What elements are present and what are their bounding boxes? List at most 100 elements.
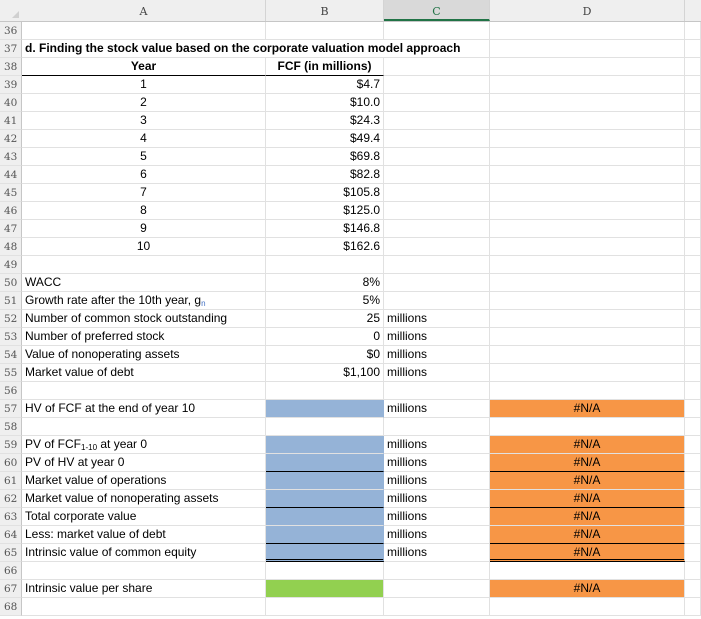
cell-empty[interactable] [490, 256, 685, 274]
cell-empty[interactable] [384, 112, 490, 130]
cell-empty[interactable] [490, 148, 685, 166]
calc-input-cell[interactable] [266, 526, 384, 544]
input-value-cell[interactable]: 25 [266, 310, 384, 328]
cell-empty[interactable] [490, 418, 685, 436]
row-header[interactable]: 60 [0, 454, 22, 472]
input-label[interactable]: Value of nonoperating assets [22, 346, 266, 364]
cell-empty[interactable] [266, 418, 384, 436]
cell-empty[interactable] [490, 292, 685, 310]
cell-empty[interactable] [685, 418, 701, 436]
cell-empty[interactable] [384, 238, 490, 256]
column-header-c[interactable]: C [384, 0, 490, 21]
row-header[interactable]: 43 [0, 148, 22, 166]
fcf-value-cell[interactable]: $162.6 [266, 238, 384, 256]
fcf-value-cell[interactable]: $10.0 [266, 94, 384, 112]
row-header[interactable]: 50 [0, 274, 22, 292]
year-cell[interactable]: 5 [22, 148, 266, 166]
cell-empty[interactable] [266, 22, 384, 40]
row-header[interactable]: 61 [0, 472, 22, 490]
cell-empty[interactable] [490, 598, 685, 616]
row-header[interactable]: 67 [0, 580, 22, 598]
cell-empty[interactable] [685, 364, 701, 382]
row-header[interactable]: 51 [0, 292, 22, 310]
input-value-cell[interactable]: 8% [266, 274, 384, 292]
cell-empty[interactable] [490, 22, 685, 40]
cell-empty[interactable] [490, 562, 685, 580]
calc-input-cell[interactable] [266, 472, 384, 490]
input-value-cell[interactable]: $1,100 [266, 364, 384, 382]
cell-empty[interactable] [685, 508, 701, 526]
cell-empty[interactable] [266, 40, 384, 58]
row-header[interactable]: 59 [0, 436, 22, 454]
column-header-d[interactable]: D [490, 0, 685, 21]
cell-empty[interactable] [685, 184, 701, 202]
row-header[interactable]: 44 [0, 166, 22, 184]
cell-empty[interactable] [685, 346, 701, 364]
year-cell[interactable]: 7 [22, 184, 266, 202]
cell-empty[interactable] [22, 256, 266, 274]
cell-empty[interactable] [685, 130, 701, 148]
cell-empty[interactable] [266, 598, 384, 616]
unit-label[interactable]: millions [384, 508, 490, 526]
year-header[interactable]: Year [22, 58, 266, 76]
cell-empty[interactable] [685, 526, 701, 544]
fcf-value-cell[interactable]: $4.7 [266, 76, 384, 94]
cell-empty[interactable] [490, 310, 685, 328]
hv-result-cell[interactable]: #N/A [490, 400, 685, 418]
calc-label[interactable]: Total corporate value [22, 508, 266, 526]
row-header[interactable]: 47 [0, 220, 22, 238]
cell-empty[interactable] [685, 580, 701, 598]
calc-result-cell[interactable]: #N/A [490, 490, 685, 508]
input-label[interactable]: WACC [22, 274, 266, 292]
cell-empty[interactable] [685, 274, 701, 292]
unit-label[interactable]: millions [384, 364, 490, 382]
unit-label[interactable]: millions [384, 328, 490, 346]
calc-label[interactable]: PV of FCF1-10 at year 0 [22, 436, 266, 454]
row-header[interactable]: 54 [0, 346, 22, 364]
cell-empty[interactable] [490, 274, 685, 292]
cell-empty[interactable] [384, 166, 490, 184]
row-header[interactable]: 58 [0, 418, 22, 436]
calc-input-cell[interactable] [266, 436, 384, 454]
calc-label[interactable]: Intrinsic value of common equity [22, 544, 266, 562]
cell-empty[interactable] [685, 562, 701, 580]
cell-empty[interactable] [384, 40, 490, 58]
calc-input-cell[interactable] [266, 490, 384, 508]
cell-empty[interactable] [685, 112, 701, 130]
input-value-cell[interactable]: 5% [266, 292, 384, 310]
calc-result-cell[interactable]: #N/A [490, 544, 685, 562]
cell-empty[interactable] [685, 544, 701, 562]
fcf-header[interactable]: FCF (in millions) [266, 58, 384, 76]
cell-empty[interactable] [490, 94, 685, 112]
cell-empty[interactable] [266, 382, 384, 400]
cell-empty[interactable] [685, 22, 701, 40]
row-header[interactable]: 55 [0, 364, 22, 382]
row-header[interactable]: 40 [0, 94, 22, 112]
cell-empty[interactable] [685, 202, 701, 220]
year-cell[interactable]: 10 [22, 238, 266, 256]
input-value-cell[interactable]: 0 [266, 328, 384, 346]
cell-empty[interactable] [384, 130, 490, 148]
per-share-input-cell[interactable] [266, 580, 384, 598]
cell-empty[interactable] [685, 598, 701, 616]
year-cell[interactable]: 1 [22, 76, 266, 94]
input-label[interactable]: Number of preferred stock [22, 328, 266, 346]
unit-label[interactable]: millions [384, 490, 490, 508]
cell-empty[interactable] [685, 148, 701, 166]
cell-empty[interactable] [384, 22, 490, 40]
calc-result-cell[interactable]: #N/A [490, 436, 685, 454]
year-cell[interactable]: 6 [22, 166, 266, 184]
calc-label[interactable]: PV of HV at year 0 [22, 454, 266, 472]
year-cell[interactable]: 2 [22, 94, 266, 112]
year-cell[interactable]: 4 [22, 130, 266, 148]
unit-label[interactable]: millions [384, 310, 490, 328]
cell-empty[interactable] [490, 328, 685, 346]
cell-empty[interactable] [685, 310, 701, 328]
row-header[interactable]: 68 [0, 598, 22, 616]
calc-result-cell[interactable]: #N/A [490, 508, 685, 526]
cell-empty[interactable] [384, 184, 490, 202]
cell-empty[interactable] [685, 400, 701, 418]
cell-empty[interactable] [490, 382, 685, 400]
calc-label[interactable]: Market value of nonoperating assets [22, 490, 266, 508]
cell-empty[interactable] [685, 238, 701, 256]
